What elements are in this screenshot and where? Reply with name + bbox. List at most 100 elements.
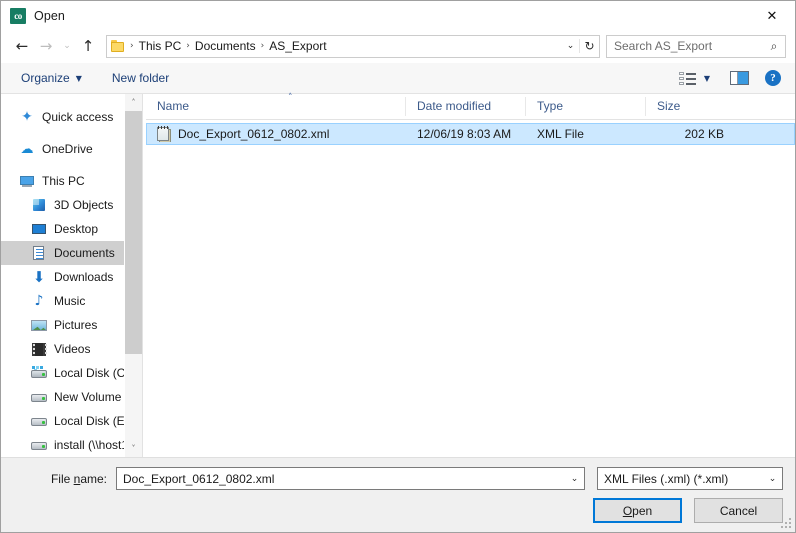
file-type-cell: XML File — [537, 127, 584, 141]
sidebar-item-new-volume-d[interactable]: New Volume (D:) — [1, 385, 142, 409]
sidebar-item-3d-objects[interactable]: 3D Objects — [1, 193, 142, 217]
cloud-icon: ☁ — [20, 142, 34, 157]
videos-icon — [31, 341, 47, 357]
xml-file-icon — [157, 126, 171, 142]
sidebar-item-label: This PC — [42, 174, 85, 188]
column-header-type[interactable]: Type — [525, 97, 645, 116]
search-placeholder: Search AS_Export — [614, 39, 713, 53]
command-bar: Organize ▼ New folder ▼ ? — [1, 63, 795, 94]
column-headers: Name Date modified Type Size ˄ — [146, 93, 795, 120]
column-header-date-modified[interactable]: Date modified — [405, 97, 525, 116]
organize-label: Organize — [21, 71, 70, 85]
sidebar-item-quick-access[interactable]: ✦ Quick access — [1, 105, 142, 129]
drive-icon — [31, 413, 47, 429]
breadcrumb-item-this-pc[interactable]: This PC — [135, 39, 186, 53]
organize-button[interactable]: Organize ▼ — [15, 68, 88, 88]
sidebar-item-desktop[interactable]: Desktop — [1, 217, 142, 241]
pictures-icon — [31, 317, 47, 333]
preview-pane-icon[interactable] — [730, 71, 749, 85]
chevron-down-icon: ▼ — [703, 73, 710, 83]
search-icon[interactable]: ⌕ — [763, 39, 785, 54]
up-button[interactable]: ↑ — [76, 34, 100, 58]
folder-icon — [111, 40, 126, 52]
sidebar-item-label: Music — [54, 294, 86, 308]
cancel-button[interactable]: Cancel — [694, 498, 783, 523]
resize-grip[interactable] — [781, 518, 792, 529]
scrollbar-thumb[interactable] — [125, 111, 142, 354]
close-icon[interactable]: ✕ — [749, 1, 795, 31]
forward-button[interactable]: → — [34, 34, 58, 58]
chevron-down-icon[interactable]: ⌄ — [565, 474, 584, 484]
app-icon-glyph: co — [14, 10, 22, 21]
sidebar-item-this-pc[interactable]: This PC — [1, 169, 142, 193]
button-row: Open Cancel — [13, 498, 783, 532]
filename-row: File name: Doc_Export_0612_0802.xml ⌄ XM… — [13, 467, 783, 490]
sidebar-scrollbar[interactable]: ˄ ˅ — [124, 94, 142, 457]
filename-value: Doc_Export_0612_0802.xml — [123, 471, 275, 486]
search-input[interactable]: Search AS_Export ⌕ — [606, 34, 786, 58]
sidebar-item-local-disk-e[interactable]: Local Disk (E:) — [1, 409, 142, 433]
this-pc-icon — [19, 173, 35, 189]
view-mode-button[interactable]: ▼ — [675, 70, 714, 87]
breadcrumb-item-as-export[interactable]: AS_Export — [265, 39, 330, 53]
refresh-icon[interactable]: ↻ — [579, 39, 599, 53]
file-date-cell: 12/06/19 8:03 AM — [417, 127, 512, 141]
sidebar-item-label: Local Disk (C:) — [54, 366, 133, 380]
sidebar-item-onedrive[interactable]: ☁ OneDrive — [1, 137, 142, 161]
sidebar-item-install-host1[interactable]: install (\\host1) ( — [1, 433, 142, 457]
list-view-icon — [678, 71, 696, 85]
dialog-footer: File name: Doc_Export_0612_0802.xml ⌄ XM… — [1, 458, 795, 532]
sidebar-item-label: Documents — [54, 246, 115, 260]
sidebar-item-label: Pictures — [54, 318, 98, 332]
sidebar-item-documents[interactable]: Documents — [1, 241, 142, 265]
chevron-down-icon[interactable]: ⌄ — [562, 41, 579, 51]
drive-icon — [31, 389, 47, 405]
sidebar-item-videos[interactable]: Videos — [1, 337, 142, 361]
title-bar: co Open ✕ — [1, 1, 795, 31]
open-button[interactable]: Open — [593, 498, 682, 523]
new-folder-button[interactable]: New folder — [106, 68, 175, 88]
help-icon[interactable]: ? — [765, 70, 781, 86]
chevron-down-icon[interactable]: ⌄ — [763, 474, 782, 484]
file-type-select[interactable]: XML Files (.xml) (*.xml) ⌄ — [597, 467, 783, 490]
chevron-down-icon: ▼ — [75, 73, 82, 83]
open-button-label: pen — [632, 503, 653, 518]
recent-locations-icon[interactable]: ⌄ — [58, 34, 76, 58]
window-title: Open — [34, 9, 65, 23]
file-name-text: Doc_Export_0612_0802.xml — [178, 127, 330, 141]
sidebar-item-label: Local Disk (E:) — [54, 414, 133, 428]
filename-input[interactable]: Doc_Export_0612_0802.xml ⌄ — [116, 467, 585, 490]
breadcrumb[interactable]: › This PC › Documents › AS_Export ⌄ ↻ — [106, 34, 600, 58]
table-row[interactable]: Doc_Export_0612_0802.xml 12/06/19 8:03 A… — [146, 123, 795, 145]
scroll-down-icon[interactable]: ˅ — [125, 440, 142, 457]
dialog-body: ✦ Quick access ☁ OneDrive This PC 3D Obj… — [1, 93, 795, 458]
drive-icon — [31, 437, 47, 453]
navigation-bar: ← → ⌄ ↑ › This PC › Documents › AS_Expor… — [1, 31, 795, 63]
sidebar-item-downloads[interactable]: ⬇ Downloads — [1, 265, 142, 289]
new-folder-label: New folder — [111, 71, 170, 85]
sidebar-item-local-disk-c[interactable]: Local Disk (C:) — [1, 361, 142, 385]
downloads-icon: ⬇ — [32, 268, 46, 286]
breadcrumb-item-documents[interactable]: Documents — [191, 39, 260, 53]
sidebar-item-pictures[interactable]: Pictures — [1, 313, 142, 337]
filename-label: File name: — [13, 472, 116, 486]
documents-icon — [31, 245, 47, 261]
column-header-name[interactable]: Name — [146, 97, 405, 116]
filename-label-post: ame: — [80, 471, 107, 486]
sidebar-item-music[interactable]: ♪ Music — [1, 289, 142, 313]
file-list-pane: Name Date modified Type Size ˄ Doc_Expor… — [143, 93, 795, 457]
scroll-up-icon[interactable]: ˄ — [125, 94, 142, 111]
file-type-value: XML Files (.xml) (*.xml) — [604, 471, 729, 486]
3d-objects-icon — [31, 197, 47, 213]
sort-ascending-icon: ˄ — [288, 93, 293, 103]
sidebar-item-label: 3D Objects — [54, 198, 114, 212]
navigation-sidebar: ✦ Quick access ☁ OneDrive This PC 3D Obj… — [1, 94, 142, 457]
desktop-icon — [31, 221, 47, 237]
file-name-cell: Doc_Export_0612_0802.xml — [147, 126, 406, 142]
sidebar-item-label: Quick access — [42, 110, 114, 124]
open-file-dialog: co Open ✕ ← → ⌄ ↑ › This PC › Documents … — [0, 0, 796, 533]
app-icon: co — [10, 8, 26, 24]
column-header-size[interactable]: Size — [645, 97, 735, 116]
sidebar-item-label: Downloads — [54, 270, 114, 284]
back-button[interactable]: ← — [10, 34, 34, 58]
